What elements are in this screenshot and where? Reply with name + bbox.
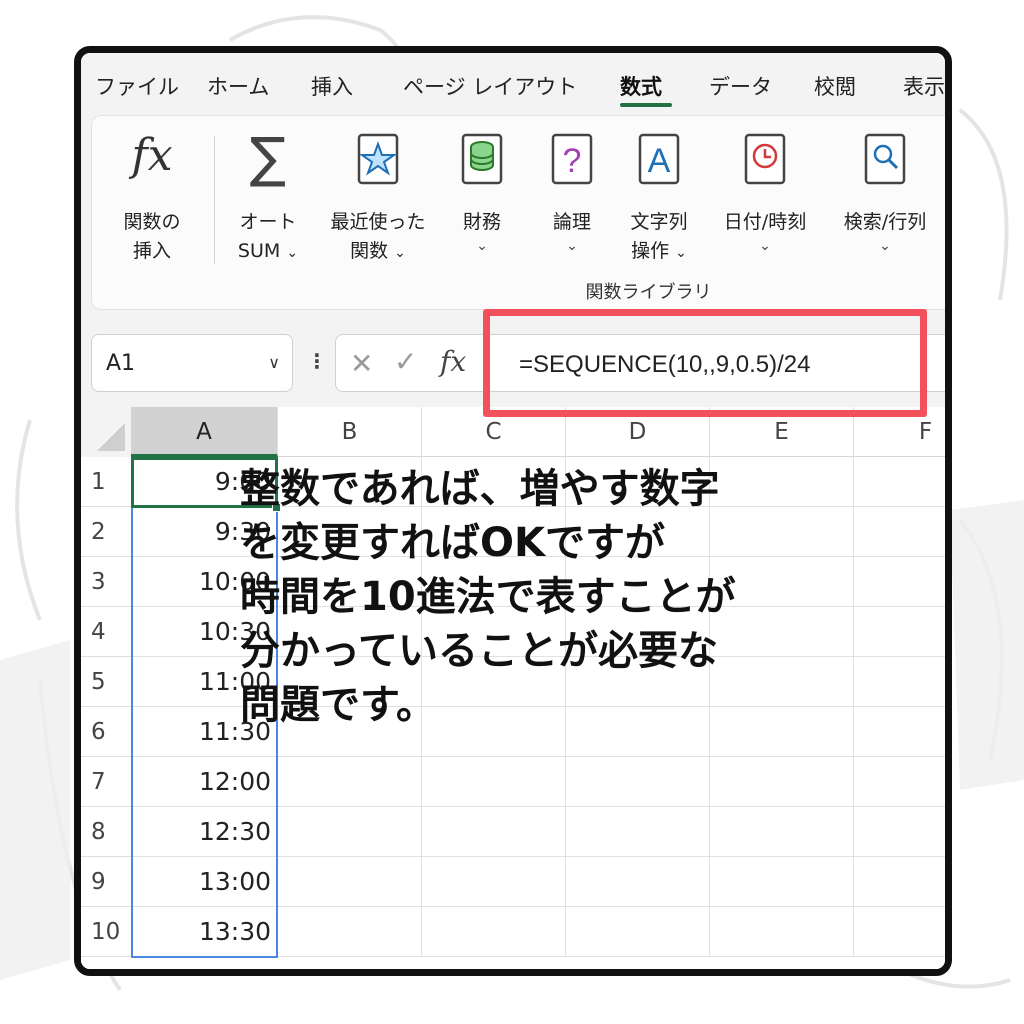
tab-view[interactable]: 表示 [903,71,945,101]
caption-line: 問題です。 [240,682,436,728]
chevron-down-icon[interactable]: ∨ [268,353,280,372]
fx-icon: fx [131,130,173,181]
row-header[interactable]: 8 [81,807,131,857]
financial-button[interactable]: 財務 ⌄ [442,126,522,276]
grid-cell[interactable] [854,557,945,607]
date-time-button[interactable]: 日付/時刻 ⌄ [706,126,824,276]
grid-cell[interactable] [422,907,566,957]
text-label: 文字列 操作 ⌄ [630,211,688,262]
row-header[interactable]: 10 [81,907,131,957]
svg-text:?: ? [563,142,582,180]
row-header[interactable]: 9 [81,857,131,907]
tab-page-layout[interactable]: ページ レイアウト [403,71,577,101]
tab-file[interactable]: ファイル [95,71,179,101]
svg-text:A: A [648,142,671,180]
grid-cell[interactable] [278,907,422,957]
recent-functions-label: 最近使った 関数 ⌄ [330,211,426,262]
explanation-caption: 整数であれば、増やす数字 を変更すればOKですが 時間を10進法で表すことが 分… [240,462,860,732]
row-header[interactable] [81,957,131,969]
grid-cell[interactable] [278,807,422,857]
grid-cell[interactable] [854,857,945,907]
row-header[interactable]: 7 [81,757,131,807]
tab-home[interactable]: ホーム [207,71,269,101]
row-header[interactable]: 5 [81,657,131,707]
row-header[interactable]: 2 [81,507,131,557]
logical-button[interactable]: ? 論理 ⌄ [532,126,612,276]
grid-cell[interactable] [566,857,710,907]
ribbon: fx 関数の 挿入 ∑ オート SUM ⌄ 最近使った 関数 ⌄ 財務 ⌄ ? … [91,115,945,310]
check-icon[interactable]: ✓ [394,345,417,378]
grid-cell[interactable] [422,807,566,857]
date-time-chevron: ⌄ [759,238,771,254]
caption-line: 整数であれば、増やす数字 [240,466,720,512]
ribbon-separator [214,136,215,264]
grid-cell[interactable] [422,857,566,907]
lookup-reference-label: 検索/行列 [843,211,927,233]
question-icon: ? [551,133,593,185]
tab-data[interactable]: データ [709,71,772,101]
select-all-icon [97,423,125,451]
grid-cell[interactable] [710,757,854,807]
caption-line: 時間を10進法で表すことが [240,574,736,620]
autosum-button[interactable]: ∑ オート SUM ⌄ [220,126,316,276]
name-box[interactable]: A1 ∨ [91,334,293,392]
ribbon-area: fx 関数の 挿入 ∑ オート SUM ⌄ 最近使った 関数 ⌄ 財務 ⌄ ? … [81,111,945,321]
database-icon [461,133,503,185]
financial-chevron: ⌄ [476,238,488,254]
name-box-value: A1 [106,351,136,376]
grid-cell[interactable] [566,807,710,857]
autosum-label: オート SUM ⌄ [237,211,299,262]
grid-cell[interactable] [854,657,945,707]
grid-cell[interactable] [278,857,422,907]
grid-cell[interactable] [854,457,945,507]
row-header[interactable]: 3 [81,557,131,607]
function-library-group-label: 関数ライブラリ [585,282,712,303]
formula-highlight-box [483,309,927,417]
grid-cell[interactable] [710,857,854,907]
sigma-icon: ∑ [249,126,287,189]
grid-cell[interactable] [854,707,945,757]
select-all-corner[interactable] [81,407,131,457]
financial-label: 財務 [462,211,501,233]
row-header[interactable]: 4 [81,607,131,657]
grid-cell[interactable] [710,907,854,957]
menu-bar: ファイル ホーム 挿入 ページ レイアウト 数式 データ 校閲 表示 [81,53,945,111]
row-header[interactable]: 6 [81,707,131,757]
magnifier-icon [864,133,906,185]
star-icon [357,133,399,185]
letter-a-icon: A [638,133,680,185]
grid-cell[interactable] [278,757,422,807]
cancel-icon[interactable]: ✕ [350,347,373,380]
insert-function-button[interactable]: fx 関数の 挿入 [102,126,202,276]
grid-cell[interactable] [854,507,945,557]
clock-icon [744,133,786,185]
grid-cell[interactable] [854,907,945,957]
lookup-reference-chevron: ⌄ [879,238,891,254]
column-header-a[interactable]: A [131,407,278,457]
row-header[interactable]: 1 [81,457,131,507]
date-time-label: 日付/時刻 [723,211,807,233]
tab-review[interactable]: 校閲 [814,71,856,101]
logical-chevron: ⌄ [566,238,578,254]
grid-cell[interactable] [566,757,710,807]
insert-function-icon[interactable]: fx [440,345,466,378]
tab-formulas[interactable]: 数式 [620,71,662,101]
caption-line: 分かっていることが必要な [240,628,718,674]
recent-functions-button[interactable]: 最近使った 関数 ⌄ [318,126,438,276]
text-button[interactable]: A 文字列 操作 ⌄ [614,126,704,276]
grid-cell[interactable] [422,757,566,807]
more-options-icon[interactable]: ⋮ [307,349,327,373]
column-header-b[interactable]: B [278,407,422,457]
grid-cell[interactable] [710,807,854,857]
grid-cell[interactable] [854,807,945,857]
tab-insert[interactable]: 挿入 [311,71,353,101]
lookup-reference-button[interactable]: 検索/行列 ⌄ [826,126,944,276]
grid-cell[interactable] [854,607,945,657]
insert-function-label: 関数の 挿入 [123,211,181,262]
active-tab-underline [620,103,672,107]
grid-cell[interactable] [854,757,945,807]
logical-label: 論理 [552,211,591,233]
caption-line: を変更すればOKですが [240,520,665,566]
grid-cell[interactable] [566,907,710,957]
